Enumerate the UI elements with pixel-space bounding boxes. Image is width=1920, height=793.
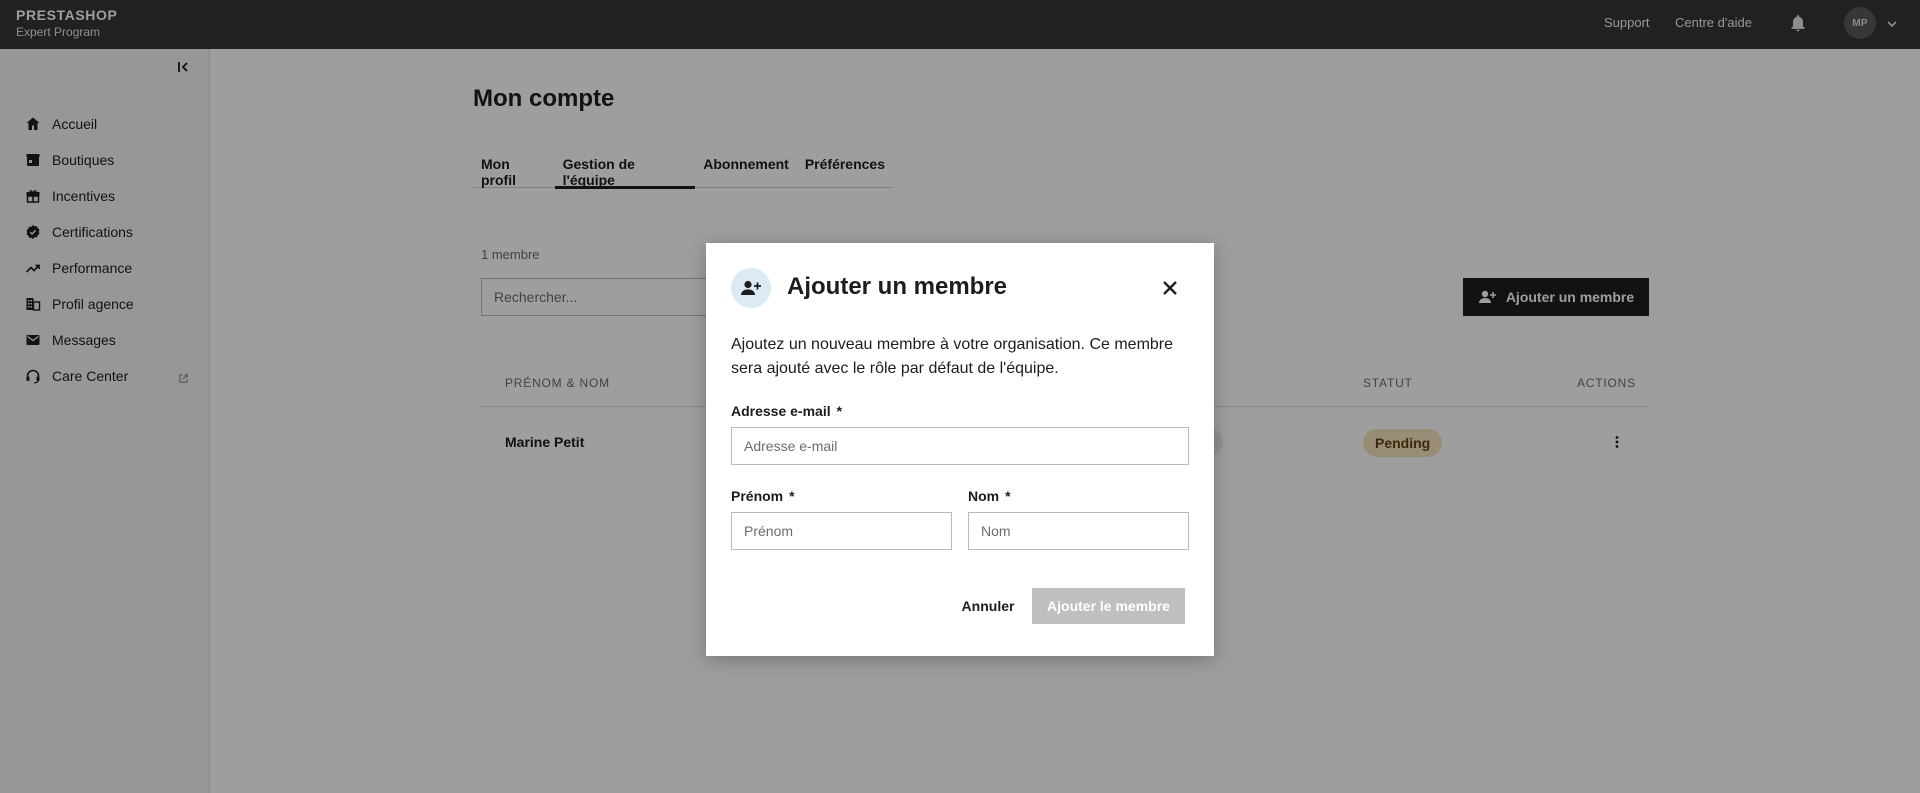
cancel-button[interactable]: Annuler [933, 588, 1043, 624]
add-user-icon [731, 268, 771, 308]
add-member-dialog: Ajouter un membre Ajoutez un nouveau mem… [706, 243, 1214, 656]
email-label: Adresse e-mail * [731, 403, 842, 419]
required-mark: * [836, 403, 843, 419]
first-name-label-text: Prénom [731, 488, 784, 504]
required-mark: * [1005, 488, 1011, 504]
last-name-label: Nom * [968, 488, 1011, 504]
first-name-field[interactable]: Prénom [731, 512, 952, 550]
last-name-label-text: Nom [968, 488, 1000, 504]
required-mark: * [789, 488, 795, 504]
close-icon[interactable] [1159, 277, 1181, 299]
first-name-label: Prénom * [731, 488, 795, 504]
email-label-text: Adresse e-mail [731, 403, 831, 419]
dialog-title: Ajouter un membre [787, 273, 1008, 300]
email-field[interactable]: Adresse e-mail [731, 427, 1189, 465]
submit-add-member-button[interactable]: Ajouter le membre [1032, 588, 1185, 624]
last-name-field[interactable]: Nom [968, 512, 1189, 550]
dialog-description: Ajoutez un nouveau membre à votre organi… [731, 336, 1174, 377]
